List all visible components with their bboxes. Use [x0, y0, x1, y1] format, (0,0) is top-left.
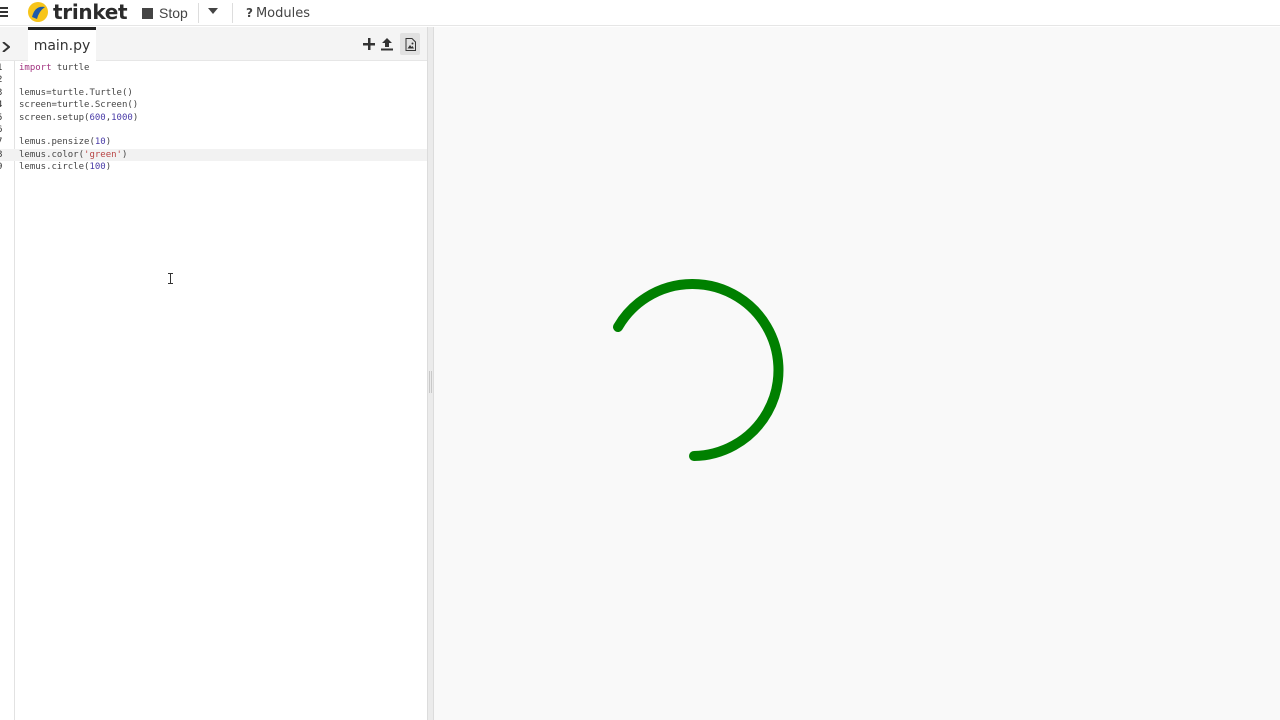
- line-number: 9: [0, 161, 7, 173]
- line-number: 8: [0, 149, 7, 161]
- code-text: lemus=turtle.Turtle(): [19, 87, 133, 98]
- code-line[interactable]: 6: [0, 124, 427, 136]
- brand-logo-link[interactable]: trinket: [25, 0, 128, 24]
- code-text: lemus.color('green'): [19, 149, 128, 160]
- panel-resize-handle[interactable]: [427, 27, 434, 720]
- toolbar-divider: [232, 3, 233, 23]
- code-line[interactable]: 8 lemus.color('green'): [0, 148, 427, 161]
- code-area[interactable]: 1 import turtle 23 lemus=turtle.Turtle() 4 sc…: [0, 61, 427, 720]
- code-editor-panel: main.py 1 import turtle 23 lemus=turtle.Tur…: [0, 27, 427, 720]
- image-library-icon[interactable]: [400, 33, 420, 55]
- trinket-logo-icon: [25, 1, 51, 23]
- code-line[interactable]: 3 lemus=turtle.Turtle(): [0, 87, 427, 99]
- code-line[interactable]: 5 screen.setup(600,1000): [0, 112, 427, 124]
- turtle-output-panel: [434, 27, 1280, 720]
- question-icon: ?: [246, 6, 253, 20]
- line-number: 2: [0, 74, 7, 86]
- code-line[interactable]: 1 import turtle: [0, 62, 427, 74]
- code-text: lemus.circle(100): [19, 162, 112, 173]
- text-cursor-icon: [168, 273, 173, 284]
- stop-label: Stop: [159, 5, 188, 21]
- code-text: lemus.pensize(10): [19, 137, 112, 148]
- stop-button[interactable]: Stop: [142, 3, 188, 23]
- tab-main-py[interactable]: main.py: [28, 27, 96, 61]
- chevron-right-icon[interactable]: [2, 39, 11, 53]
- line-number: 7: [0, 136, 7, 148]
- code-line[interactable]: 2: [0, 74, 427, 86]
- run-options-dropdown[interactable]: [208, 8, 218, 14]
- line-number: 1: [0, 62, 7, 74]
- brand-name: trinket: [53, 0, 128, 24]
- code-text: screen=turtle.Screen(): [19, 100, 139, 111]
- stop-icon: [142, 7, 153, 19]
- upload-icon[interactable]: [380, 37, 394, 51]
- line-number: 4: [0, 99, 7, 111]
- turtle-drawn-circle: [613, 279, 784, 461]
- file-tab-bar: main.py: [0, 27, 427, 61]
- turtle-canvas[interactable]: [434, 27, 1280, 720]
- line-number: 6: [0, 124, 7, 136]
- caret-down-icon: [208, 8, 218, 14]
- toolbar-divider: [198, 3, 199, 23]
- code-line[interactable]: 9 lemus.circle(100): [0, 161, 427, 173]
- add-file-icon[interactable]: [362, 37, 376, 51]
- code-text: import turtle: [19, 63, 90, 73]
- menu-icon[interactable]: [0, 7, 8, 18]
- line-number: 3: [0, 87, 7, 99]
- code-line[interactable]: 4 screen=turtle.Screen(): [0, 99, 427, 111]
- code-text: screen.setup(600,1000): [19, 112, 139, 123]
- line-number: 5: [0, 112, 7, 124]
- modules-button[interactable]: ? Modules: [246, 3, 310, 23]
- grip-icon: [429, 371, 432, 393]
- top-toolbar: trinket Stop ? Modules: [0, 0, 1280, 26]
- code-line[interactable]: 7 lemus.pensize(10): [0, 136, 427, 148]
- modules-label: Modules: [255, 5, 311, 21]
